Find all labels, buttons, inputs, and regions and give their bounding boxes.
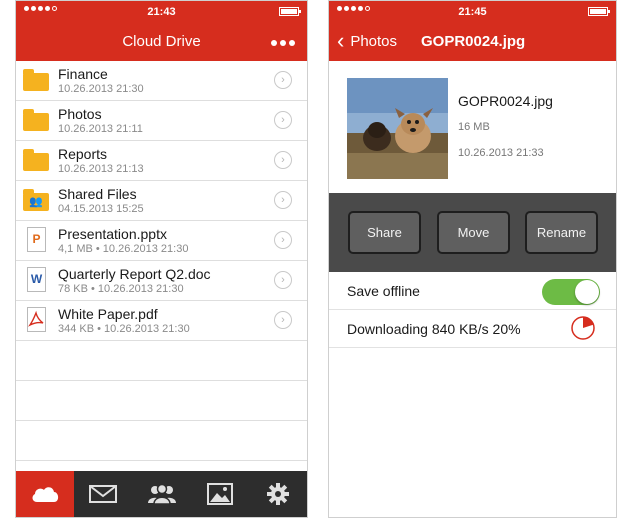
battery-icon: [588, 7, 610, 16]
status-time: 21:45: [458, 6, 487, 18]
action-bar: Share Move Rename: [329, 193, 616, 272]
list-item-photos[interactable]: Photos 10.26.2013 21:11 ›: [16, 101, 307, 141]
share-button[interactable]: Share: [348, 211, 421, 254]
folder-icon: [23, 69, 49, 91]
nav-bar: Cloud Drive: [16, 23, 307, 61]
battery-icon: [279, 7, 301, 16]
tab-mail[interactable]: [74, 471, 132, 517]
empty-row: [16, 341, 307, 381]
file-meta: 4,1 MB • 10.26.2013 21:30: [58, 243, 189, 255]
file-name: Presentation.pptx: [58, 226, 167, 242]
tab-photos[interactable]: [191, 471, 249, 517]
file-name: White Paper.pdf: [58, 306, 158, 322]
nav-bar: ‹ Photos GOPR0024.jpg: [329, 23, 616, 61]
file-name: Quarterly Report Q2.doc: [58, 266, 211, 282]
photos-icon: [206, 483, 233, 505]
file-name: GOPR0024.jpg: [458, 93, 553, 109]
word-file-icon: W: [23, 267, 49, 292]
file-size: 16 MB: [458, 121, 490, 133]
pdf-file-icon: [23, 307, 49, 332]
list-item-presentation[interactable]: P Presentation.pptx 4,1 MB • 10.26.2013 …: [16, 221, 307, 261]
empty-row: [16, 421, 307, 461]
chevron-right-icon[interactable]: ›: [274, 111, 292, 129]
shared-folder-icon: 👥: [23, 189, 49, 211]
file-name: Photos: [58, 106, 102, 122]
file-date: 10.26.2013 21:33: [458, 147, 544, 159]
list-item-reports[interactable]: Reports 10.26.2013 21:13 ›: [16, 141, 307, 181]
tab-contacts[interactable]: [132, 471, 190, 517]
download-status-label: Downloading 840 KB/s 20%: [347, 321, 521, 337]
page-title: Cloud Drive: [122, 33, 201, 50]
download-status-row: Downloading 840 KB/s 20%: [329, 310, 616, 348]
status-bar: 21:45: [329, 1, 616, 23]
list-item-finance[interactable]: Finance 10.26.2013 21:30 ›: [16, 61, 307, 101]
chevron-left-icon: ‹: [337, 28, 345, 53]
chevron-right-icon[interactable]: ›: [274, 231, 292, 249]
file-meta: 04.15.2013 15:25: [58, 203, 144, 215]
empty-row: [16, 381, 307, 421]
file-meta: 344 KB • 10.26.2013 21:30: [58, 323, 190, 335]
status-bar: 21:43: [16, 1, 307, 23]
file-detail-screen: 21:45 ‹ Photos GOPR0024.jpg GOPR0024.jpg…: [328, 0, 617, 518]
powerpoint-file-icon: P: [23, 227, 49, 252]
file-meta: 10.26.2013 21:13: [58, 163, 144, 175]
file-name: Reports: [58, 146, 108, 162]
mail-icon: [89, 485, 118, 503]
file-meta: 78 KB • 10.26.2013 21:30: [58, 283, 184, 295]
contacts-icon: [147, 484, 176, 504]
list-item-shared-files[interactable]: 👥 Shared Files 04.15.2013 15:25 ›: [16, 181, 307, 221]
list-item-quarterly-report[interactable]: W Quarterly Report Q2.doc 78 KB • 10.26.…: [16, 261, 307, 301]
page-title: GOPR0024.jpg: [421, 33, 526, 50]
back-label: Photos: [350, 32, 398, 50]
list-item-white-paper[interactable]: White Paper.pdf 344 KB • 10.26.2013 21:3…: [16, 301, 307, 341]
file-meta: 10.26.2013 21:30: [58, 83, 144, 95]
chevron-right-icon[interactable]: ›: [274, 191, 292, 209]
tab-settings[interactable]: [249, 471, 307, 517]
move-button[interactable]: Move: [437, 211, 510, 254]
photo-thumbnail[interactable]: [347, 78, 448, 179]
chevron-right-icon[interactable]: ›: [274, 71, 292, 89]
folder-icon: [23, 109, 49, 131]
file-details: GOPR0024.jpg 16 MB 10.26.2013 21:33: [329, 61, 616, 193]
cloud-icon: [32, 487, 59, 502]
save-offline-label: Save offline: [347, 283, 420, 299]
file-name: Finance: [58, 66, 108, 82]
chevron-right-icon[interactable]: ›: [274, 311, 292, 329]
tab-bar: [16, 471, 307, 517]
file-meta: 10.26.2013 21:11: [58, 123, 143, 135]
more-options-icon[interactable]: [271, 40, 295, 46]
chevron-right-icon[interactable]: ›: [274, 271, 292, 289]
file-list: Finance 10.26.2013 21:30 › Photos 10.26.…: [16, 61, 307, 461]
status-time: 21:43: [147, 6, 176, 18]
settings-icon: [266, 483, 289, 505]
save-offline-toggle[interactable]: [542, 279, 600, 305]
cloud-drive-screen: 21:43 Cloud Drive Finance 10.26.2013 21:…: [15, 0, 308, 518]
back-button[interactable]: ‹ Photos: [337, 28, 398, 53]
save-offline-row: Save offline: [329, 272, 616, 310]
chevron-right-icon[interactable]: ›: [274, 151, 292, 169]
rename-button[interactable]: Rename: [525, 211, 598, 254]
folder-icon: [23, 149, 49, 171]
tab-cloud[interactable]: [16, 471, 75, 517]
file-name: Shared Files: [58, 186, 137, 202]
download-progress-icon[interactable]: [570, 315, 596, 341]
